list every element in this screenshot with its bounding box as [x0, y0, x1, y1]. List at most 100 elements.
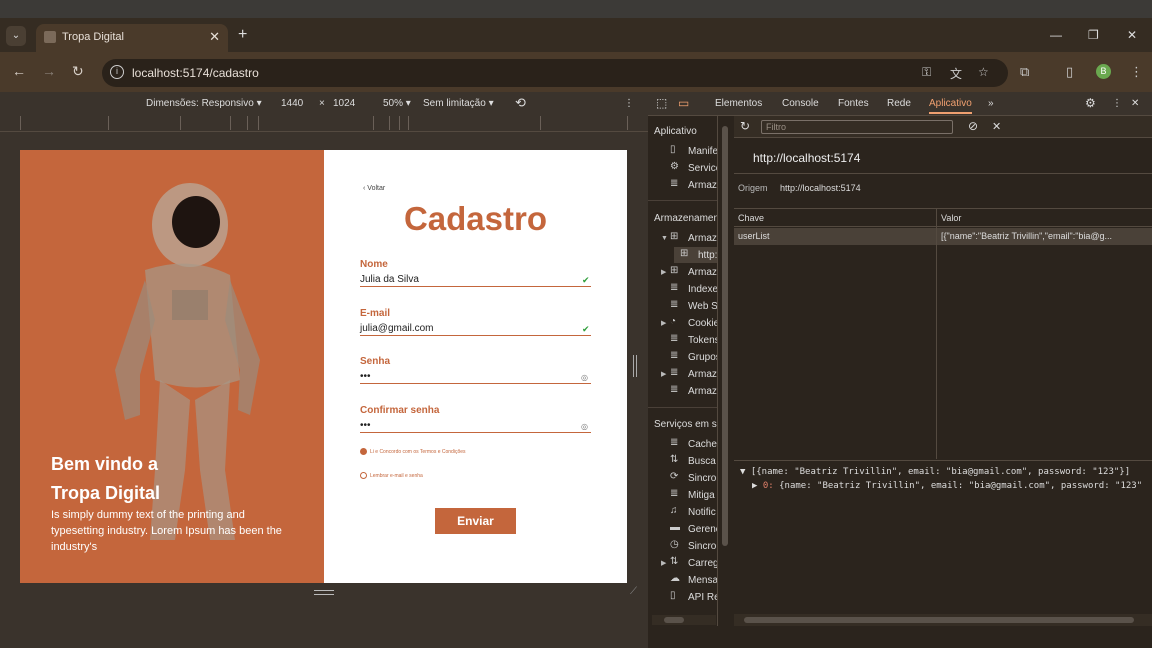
bookmark-star-icon[interactable]: ☆ — [978, 65, 989, 79]
scroll-thumb[interactable] — [744, 617, 1134, 623]
back-icon[interactable]: ← — [12, 63, 26, 79]
width-input[interactable]: 1440 — [281, 98, 303, 109]
inspect-icon[interactable]: ⬚ — [656, 96, 667, 110]
sidebar-item-preload[interactable]: Carreg — [688, 558, 717, 569]
address-bar[interactable]: i localhost:5174/cadastro ⚿ 文 ☆ — [102, 59, 1008, 87]
tab-application[interactable]: Aplicativo — [929, 98, 972, 114]
sidebar-item-tokens[interactable]: Tokens — [688, 335, 717, 346]
confirm-password-field[interactable]: ••• — [360, 420, 371, 431]
forward-icon[interactable]: → — [42, 63, 56, 79]
sidebar-item-cache[interactable]: Cache — [688, 439, 717, 450]
sidebar-item-session-storage[interactable]: Armaz — [688, 267, 717, 278]
sidebar-item-storage[interactable]: Armaz — [688, 180, 717, 191]
database-icon: ≣ — [670, 384, 679, 395]
devtools-menu-icon[interactable]: ⋮ — [1112, 98, 1122, 109]
sidebar-item-fetch[interactable]: Busca — [688, 456, 716, 467]
expand-arrow-icon[interactable]: ▶ — [661, 370, 666, 378]
confirm-visibility-icon[interactable]: ◎ — [581, 422, 588, 431]
sidebar-item-notifications[interactable]: Notific — [688, 507, 716, 518]
back-link[interactable]: ‹ Voltar — [363, 185, 385, 192]
password-field[interactable]: ••• — [360, 371, 371, 382]
sidebar-item-periodic-sync[interactable]: Sincro — [688, 541, 716, 552]
devtools-close-icon[interactable]: ✕ — [1131, 98, 1139, 109]
menu-icon[interactable]: ⋮ — [1130, 64, 1143, 80]
zoom-select[interactable]: 50% ▾ — [383, 98, 411, 109]
device-more-icon[interactable]: ⋮ — [624, 98, 634, 109]
browser-tab[interactable]: Tropa Digital ✕ — [36, 24, 228, 52]
password-key-icon[interactable]: ⚿ — [922, 65, 931, 80]
sidebar-item-push[interactable]: Mensa — [688, 575, 717, 586]
preview-index: 0: — [762, 481, 774, 491]
dimensions-select[interactable]: Dimensões: Responsivo ▾ — [146, 98, 262, 109]
refresh-icon[interactable]: ↻ — [740, 119, 750, 133]
sidebar-item-indexeddb[interactable]: Indexe — [688, 284, 717, 295]
row-key: userList — [738, 231, 770, 241]
tab-sources[interactable]: Fontes — [838, 98, 869, 109]
height-input[interactable]: 1024 — [333, 98, 355, 109]
sidebar-item-reporting-api[interactable]: API Re — [688, 592, 717, 603]
sidebar-item-localhost[interactable]: http: — [698, 250, 717, 261]
sidebar-item-groups[interactable]: Grupos — [688, 352, 717, 363]
close-window-icon[interactable]: ✕ — [1127, 28, 1137, 42]
sidebar-item-service-workers[interactable]: Service — [688, 163, 717, 174]
side-resize-handle[interactable] — [633, 355, 637, 377]
storage-main: ↻ Filtro ⊘ ✕ http://localhost:5174 Orige… — [734, 116, 1152, 626]
scroll-thumb[interactable] — [722, 126, 728, 546]
rotate-icon[interactable]: ⟲ — [515, 95, 526, 111]
password-visibility-icon[interactable]: ◎ — [581, 373, 588, 382]
horizontal-scrollbar[interactable] — [734, 614, 1152, 626]
tab-console[interactable]: Console — [782, 98, 819, 109]
submit-button[interactable]: Enviar — [435, 508, 516, 534]
sidebar-item-mitigation[interactable]: Mitiga — [688, 490, 715, 501]
delete-selected-icon[interactable]: ✕ — [992, 120, 1001, 133]
more-tabs-icon[interactable]: » — [988, 98, 994, 109]
terms-radio[interactable] — [360, 448, 367, 455]
side-panel-icon[interactable]: ▯ — [1066, 64, 1073, 80]
database-icon: ≣ — [670, 367, 679, 378]
extensions-icon[interactable]: ⧉ — [1020, 64, 1029, 80]
expand-arrow-icon[interactable]: ▶ — [661, 268, 666, 276]
sidebar-item-manifest[interactable]: Manife — [688, 146, 717, 157]
column-key[interactable]: Chave — [734, 209, 936, 227]
scroll-thumb[interactable] — [664, 617, 684, 623]
minimize-icon[interactable]: — — [1050, 28, 1062, 42]
column-value[interactable]: Valor — [937, 209, 1152, 227]
expand-arrow-icon[interactable]: ▼ — [661, 235, 668, 242]
table-row[interactable]: userList [{"name":"Beatriz Trivillin","e… — [734, 228, 1152, 245]
site-info-icon[interactable]: i — [110, 65, 124, 79]
corner-resize-icon[interactable]: ⟋ — [630, 586, 637, 597]
translate-icon[interactable]: 文 — [950, 65, 962, 82]
expand-arrow-icon[interactable]: ▶ — [661, 319, 666, 327]
sidebar-item-storage-3[interactable]: Armaz — [688, 386, 717, 397]
email-field[interactable]: julia@gmail.com — [360, 323, 434, 334]
remember-radio[interactable] — [360, 472, 367, 479]
expand-arrow-icon[interactable]: ▶ — [661, 559, 666, 567]
name-field[interactable]: Julia da Silva — [360, 274, 419, 285]
tab-close-icon[interactable]: ✕ — [209, 29, 220, 45]
sidebar-item-cookies[interactable]: Cookie — [688, 318, 717, 329]
profile-avatar[interactable]: B — [1096, 64, 1111, 79]
sidebar-item-storage-2[interactable]: Armaz — [688, 369, 717, 380]
sidebar-item-websql[interactable]: Web S — [688, 301, 717, 312]
sidebar-item-sync[interactable]: Sincro — [688, 473, 716, 484]
resize-handle[interactable] — [314, 590, 334, 595]
clear-all-icon[interactable]: ⊘ — [968, 119, 978, 133]
sidebar-hscroll[interactable] — [652, 615, 716, 625]
sidebar-scrollbar[interactable] — [720, 116, 730, 616]
filter-input[interactable]: Filtro — [761, 120, 953, 134]
device-toggle-icon[interactable]: ▭ — [678, 96, 689, 110]
settings-gear-icon[interactable]: ⚙ — [1085, 96, 1096, 110]
sidebar-item-local-storage[interactable]: Armaz — [688, 233, 717, 244]
reload-icon[interactable]: ↻ — [72, 63, 84, 80]
tab-elements[interactable]: Elementos — [715, 98, 762, 109]
preview-line-array[interactable]: ▼ [{name: "Beatriz Trivillin", email: "b… — [740, 467, 1130, 477]
tab-search-icon[interactable]: ⌄ — [6, 26, 26, 46]
throttle-select[interactable]: Sem limitação ▾ — [423, 98, 494, 109]
sidebar-item-payment[interactable]: Gerenc — [688, 524, 717, 535]
preview-line-item[interactable]: ▶ 0: {name: "Beatriz Trivillin", email: … — [752, 481, 1142, 491]
new-tab-icon[interactable]: + — [238, 26, 247, 44]
restore-icon[interactable]: ❐ — [1088, 28, 1099, 42]
tab-network[interactable]: Rede — [887, 98, 911, 109]
table-icon: ⊞ — [680, 248, 689, 259]
url-text[interactable]: localhost:5174/cadastro — [132, 66, 259, 80]
